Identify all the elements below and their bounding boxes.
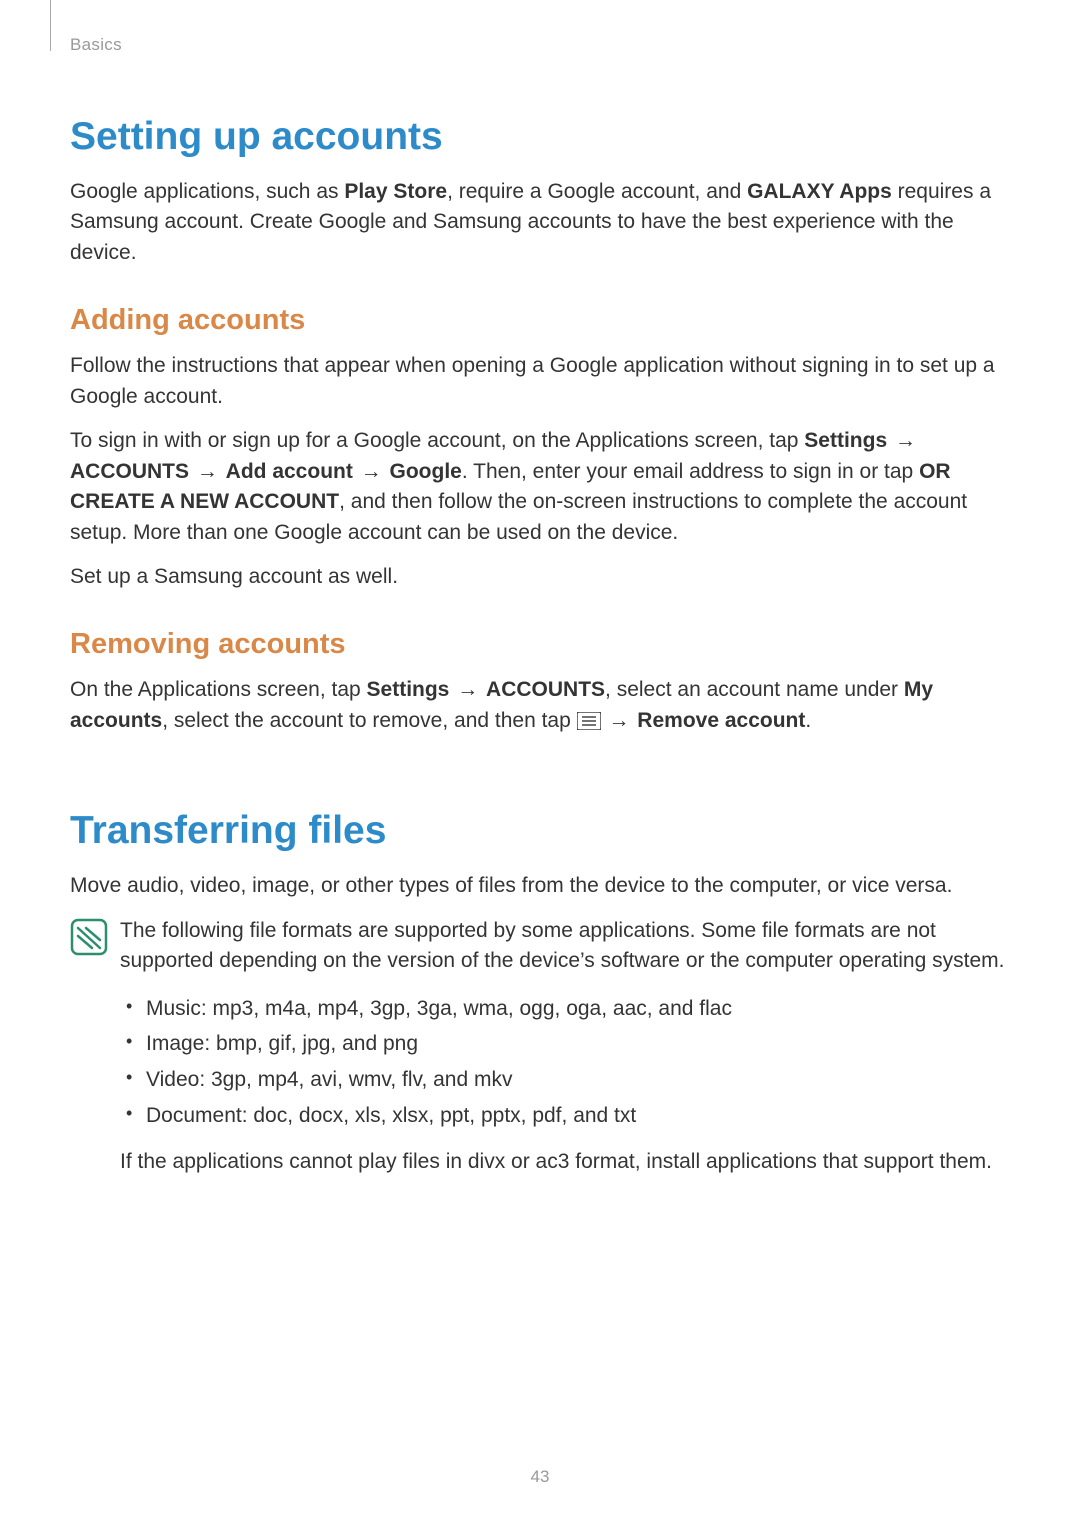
subsection-heading-adding: Adding accounts xyxy=(70,304,1010,337)
text: , select the account to remove, and then… xyxy=(162,709,576,732)
text: , select an account name under xyxy=(605,678,904,701)
bold-text: ACCOUNTS xyxy=(70,460,189,483)
breadcrumb: Basics xyxy=(70,35,1010,55)
text: Google applications, such as xyxy=(70,180,344,203)
arrow-icon: → xyxy=(353,460,390,483)
note-text: The following file formats are supported… xyxy=(120,916,1010,977)
text: . Then, enter your email address to sign… xyxy=(462,460,919,483)
section-transferring-files: Transferring files Move audio, video, im… xyxy=(70,809,1010,1192)
subsection-heading-removing: Removing accounts xyxy=(70,628,1010,661)
body-text: Set up a Samsung account as well. xyxy=(70,562,1010,592)
page-header: Basics xyxy=(70,35,1010,55)
format-list: Music: mp3, m4a, mp4, 3gp, 3ga, wma, ogg… xyxy=(120,991,1010,1134)
bold-text: GALAXY Apps xyxy=(747,180,892,203)
body-text: Move audio, video, image, or other types… xyxy=(70,871,1010,901)
bold-text: Google xyxy=(390,460,462,483)
bold-text: Add account xyxy=(226,460,353,483)
bold-text: ACCOUNTS xyxy=(486,678,605,701)
text: . xyxy=(805,709,811,732)
arrow-icon: → xyxy=(449,678,486,701)
bold-text: Settings xyxy=(804,429,887,452)
text: To sign in with or sign up for a Google … xyxy=(70,429,804,452)
arrow-icon: → xyxy=(601,709,638,732)
body-text: On the Applications screen, tap Settings… xyxy=(70,675,1010,739)
note-text: If the applications cannot play files in… xyxy=(120,1147,1010,1177)
menu-icon xyxy=(577,709,601,739)
arrow-icon: → xyxy=(189,460,226,483)
list-item: Document: doc, docx, xls, xlsx, ppt, ppt… xyxy=(146,1098,1010,1134)
section-title: Transferring files xyxy=(70,809,1010,853)
document-page: Basics Setting up accounts Google applic… xyxy=(0,0,1080,1527)
body-text: To sign in with or sign up for a Google … xyxy=(70,426,1010,548)
note-icon xyxy=(70,916,120,961)
note-block: The following file formats are supported… xyxy=(70,916,1010,1192)
bold-text: Remove account xyxy=(637,709,805,732)
header-rule xyxy=(50,0,51,51)
text: , require a Google account, and xyxy=(447,180,747,203)
list-item: Video: 3gp, mp4, avi, wmv, flv, and mkv xyxy=(146,1062,1010,1098)
intro-paragraph: Google applications, such as Play Store,… xyxy=(70,177,1010,268)
list-item: Image: bmp, gif, jpg, and png xyxy=(146,1026,1010,1062)
text: On the Applications screen, tap xyxy=(70,678,367,701)
bold-text: Play Store xyxy=(344,180,447,203)
note-content: The following file formats are supported… xyxy=(120,916,1010,1192)
arrow-icon: → xyxy=(887,429,918,452)
bold-text: Settings xyxy=(367,678,450,701)
section-title: Setting up accounts xyxy=(70,115,1010,159)
body-text: Follow the instructions that appear when… xyxy=(70,351,1010,412)
section-setting-up-accounts: Setting up accounts Google applications,… xyxy=(70,115,1010,739)
list-item: Music: mp3, m4a, mp4, 3gp, 3ga, wma, ogg… xyxy=(146,991,1010,1027)
page-number: 43 xyxy=(0,1467,1080,1487)
